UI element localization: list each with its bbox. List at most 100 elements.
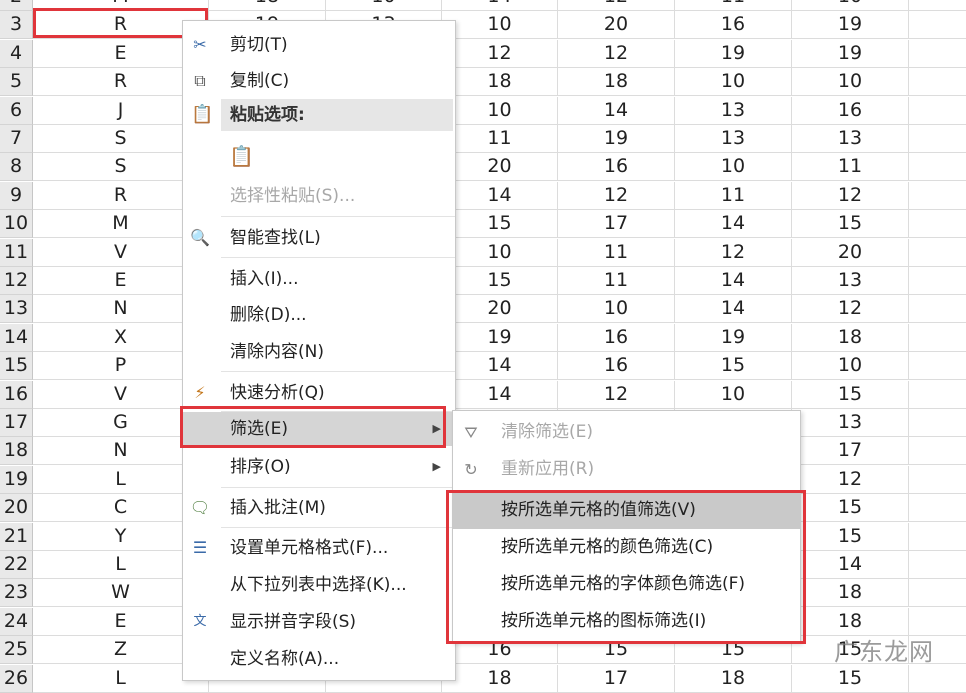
table-cell[interactable]: 13 [792, 125, 909, 153]
row-header[interactable]: 10 [0, 210, 33, 239]
row-header[interactable]: 17 [0, 409, 33, 437]
table-cell[interactable]: 10 [792, 68, 909, 97]
table-cell[interactable]: 12 [558, 0, 675, 11]
menu-item-copy[interactable]: ⧉ 复制(C) [183, 64, 455, 98]
row-header[interactable]: 23 [0, 579, 33, 608]
menu-item-insert[interactable]: 插入(I)... [183, 262, 455, 296]
row-header[interactable]: 19 [0, 465, 33, 494]
table-cell[interactable] [909, 523, 966, 551]
row-header[interactable]: 14 [0, 323, 33, 352]
table-cell[interactable]: 10 [792, 352, 909, 381]
table-cell[interactable] [909, 125, 966, 153]
row-header[interactable]: 3 [0, 11, 33, 40]
table-cell[interactable]: 10 [442, 238, 558, 267]
menu-item-format-cells[interactable]: ☰ 设置单元格格式(F)... [183, 531, 455, 565]
table-cell[interactable] [909, 295, 966, 324]
table-cell[interactable]: 10 [675, 380, 792, 409]
table-cell[interactable]: 10 [442, 11, 558, 40]
table-cell[interactable]: 16 [675, 11, 792, 40]
table-cell[interactable]: 19 [792, 39, 909, 68]
table-cell[interactable]: 15 [792, 494, 909, 523]
menu-item-cut[interactable]: ✂ 剪切(T) [183, 28, 455, 62]
table-cell[interactable]: 19 [442, 323, 558, 352]
table-cell[interactable]: 12 [558, 39, 675, 68]
menu-item-define-name[interactable]: 定义名称(A)... [183, 642, 455, 676]
table-cell[interactable]: 16 [558, 323, 675, 352]
table-cell[interactable]: 16 [792, 96, 909, 125]
table-cell[interactable] [909, 324, 966, 352]
table-cell[interactable]: 20 [442, 153, 558, 182]
table-cell[interactable] [909, 267, 966, 295]
table-cell[interactable]: 18 [209, 0, 326, 11]
table-cell[interactable]: 12 [442, 39, 558, 68]
table-cell[interactable]: 10 [326, 0, 442, 11]
table-cell[interactable]: 10 [558, 295, 675, 324]
table-cell[interactable]: 14 [442, 0, 558, 11]
table-cell[interactable]: 16 [558, 153, 675, 182]
table-cell[interactable]: 12 [675, 238, 792, 267]
table-cell[interactable]: 18 [442, 68, 558, 97]
table-cell[interactable] [909, 381, 966, 409]
table-cell[interactable]: 14 [442, 181, 558, 210]
table-cell[interactable]: 14 [675, 267, 792, 295]
table-cell[interactable]: 18 [792, 323, 909, 352]
menu-item-paste-special[interactable]: 选择性粘贴(S)... [183, 179, 455, 213]
table-cell[interactable] [909, 551, 966, 579]
row-header[interactable]: 5 [0, 68, 33, 97]
table-cell[interactable]: 11 [558, 238, 675, 267]
row-header[interactable]: 4 [0, 39, 33, 68]
table-cell[interactable]: 20 [792, 238, 909, 267]
table-cell[interactable]: 15 [792, 380, 909, 409]
table-cell[interactable] [909, 97, 966, 125]
table-cell[interactable]: 15 [442, 210, 558, 239]
table-cell[interactable]: 12 [792, 295, 909, 324]
table-cell[interactable]: 13 [792, 267, 909, 295]
row-header[interactable]: 8 [0, 153, 33, 182]
submenu-item-clear-filter[interactable]: ⛛ 清除筛选(E) [453, 414, 800, 451]
table-cell[interactable]: 13 [792, 409, 909, 437]
menu-item-show-phonetic[interactable]: 文 显示拼音字段(S) [183, 605, 455, 639]
table-cell[interactable]: 14 [675, 295, 792, 324]
table-cell[interactable]: 18 [792, 579, 909, 608]
submenu-item-reapply[interactable]: ↻ 重新应用(R) [453, 451, 800, 488]
table-cell[interactable]: 15 [675, 352, 792, 381]
table-cell[interactable]: 12 [792, 181, 909, 210]
row-header[interactable]: 11 [0, 238, 33, 267]
table-cell[interactable]: 11 [675, 181, 792, 210]
row-header[interactable]: 21 [0, 522, 33, 551]
menu-item-quick-analysis[interactable]: ⚡ 快速分析(Q) [183, 376, 455, 410]
row-header[interactable]: 2 [0, 0, 33, 11]
row-header[interactable]: 9 [0, 181, 33, 210]
table-cell[interactable]: 12 [558, 181, 675, 210]
table-cell[interactable] [909, 409, 966, 437]
table-cell[interactable]: 18 [558, 68, 675, 97]
table-cell[interactable]: 15 [792, 522, 909, 551]
table-cell[interactable]: 15 [792, 210, 909, 239]
table-cell[interactable]: 13 [675, 125, 792, 153]
table-cell[interactable]: 10 [442, 96, 558, 125]
table-cell[interactable]: 19 [558, 125, 675, 153]
table-cell[interactable]: 12 [792, 465, 909, 494]
menu-item-smart-lookup[interactable]: 🔍 智能查找(L) [183, 221, 455, 255]
row-header[interactable]: 16 [0, 380, 33, 409]
table-cell[interactable]: 17 [558, 210, 675, 239]
row-header[interactable]: 18 [0, 437, 33, 466]
row-header[interactable]: 25 [0, 636, 33, 665]
table-cell[interactable]: 13 [675, 96, 792, 125]
table-cell[interactable] [909, 494, 966, 523]
table-cell[interactable] [909, 437, 966, 466]
table-cell[interactable]: 10 [675, 153, 792, 182]
menu-item-clear-contents[interactable]: 清除内容(N) [183, 335, 455, 369]
table-cell[interactable] [909, 466, 966, 494]
row-header[interactable]: 22 [0, 551, 33, 579]
table-cell[interactable]: 11 [675, 0, 792, 11]
table-cell[interactable] [909, 182, 966, 210]
row-header[interactable]: 7 [0, 125, 33, 153]
row-header[interactable]: 13 [0, 295, 33, 324]
table-cell[interactable]: 11 [442, 125, 558, 153]
table-cell[interactable]: 20 [558, 11, 675, 40]
menu-item-delete[interactable]: 删除(D)... [183, 298, 455, 332]
table-cell[interactable] [909, 210, 966, 239]
table-cell[interactable] [909, 579, 966, 608]
row-header[interactable]: 20 [0, 494, 33, 523]
